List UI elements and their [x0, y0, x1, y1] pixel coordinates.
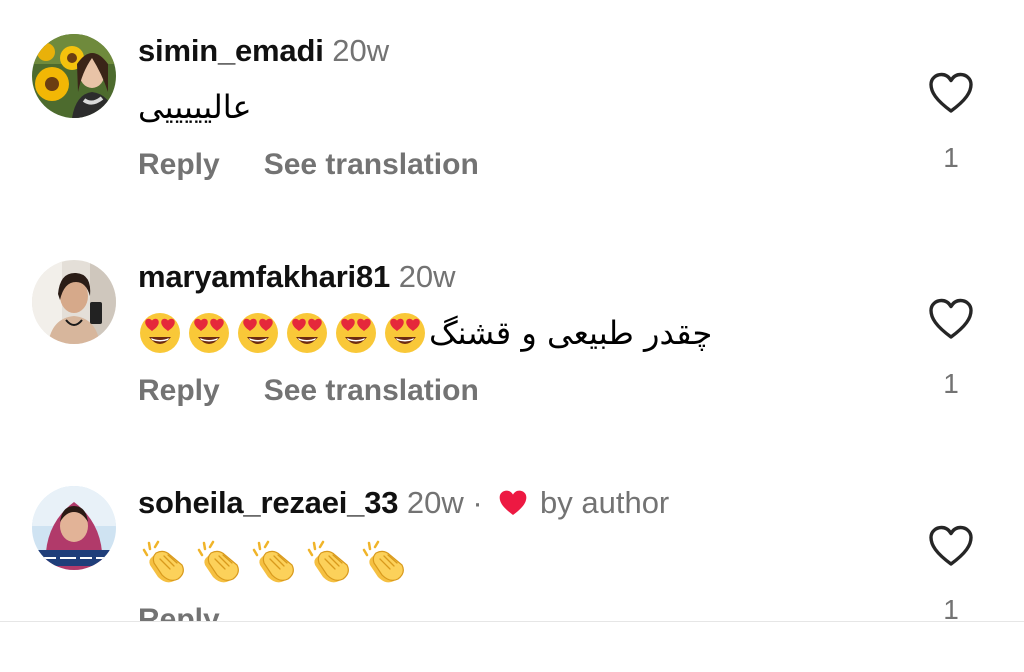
avatar[interactable] [32, 260, 116, 344]
username[interactable]: soheila_rezaei_33 [138, 485, 398, 520]
avatar[interactable] [32, 34, 116, 118]
comment-text-content: عالیییییی [138, 88, 252, 126]
comment-text: چقدر طبیعی و قشنگ [138, 311, 712, 355]
clapping-hands-emoji [252, 540, 294, 583]
comment-text [138, 535, 408, 585]
clapping-hands-emoji [362, 540, 404, 583]
emoji-row [138, 311, 427, 355]
clapping-hands-emoji [197, 540, 239, 583]
heart-outline-icon[interactable] [928, 298, 974, 340]
comment-item: maryamfakhari81 20w چقدر طبیعی و قشنگ Re… [0, 226, 1024, 446]
reply-button[interactable]: Reply [138, 148, 220, 181]
comment-actions: Reply [138, 602, 220, 621]
reply-button[interactable]: Reply [138, 374, 220, 407]
like-count: 1 [943, 368, 959, 399]
heart-eyes-emoji [287, 313, 327, 353]
see-translation-button[interactable]: See translation [264, 148, 479, 181]
reply-button[interactable]: Reply [138, 603, 220, 621]
comment-actions: Reply See translation [138, 373, 479, 409]
comment-item: soheila_rezaei_33 20w · by author Reply … [0, 452, 1024, 672]
heart-eyes-emoji [385, 313, 425, 353]
heart-filled-icon [500, 490, 527, 515]
comment-text-content: چقدر طبیعی و قشنگ [429, 314, 713, 352]
heart-outline-icon[interactable] [928, 72, 974, 114]
comment-actions: Reply See translation [138, 147, 479, 183]
see-translation-button[interactable]: See translation [264, 374, 479, 407]
like-count: 1 [943, 594, 959, 621]
clapping-hands-emoji [142, 540, 184, 583]
username[interactable]: maryamfakhari81 [138, 259, 390, 294]
comment-item: simin_emadi 20w عالیییییی Reply See trans… [0, 0, 1024, 220]
comment-header: soheila_rezaei_33 20w · by author [138, 485, 669, 521]
heart-eyes-emoji [140, 313, 180, 353]
heart-eyes-emoji [336, 313, 376, 353]
heart-eyes-emoji [238, 313, 278, 353]
heart-eyes-emoji [189, 313, 229, 353]
comment-header: maryamfakhari81 20w [138, 259, 456, 295]
heart-outline-icon[interactable] [928, 525, 974, 567]
liked-by-author-label: by author [540, 485, 670, 520]
clapping-hands-emoji [307, 540, 349, 583]
comment-header: simin_emadi 20w [138, 33, 389, 69]
timestamp: 20w [332, 33, 390, 68]
separator-dot: · [472, 485, 483, 520]
timestamp: 20w [406, 485, 464, 520]
like-count: 1 [943, 142, 959, 173]
emoji-row [138, 535, 408, 585]
avatar[interactable] [32, 486, 116, 570]
comment-text: عالیییییی [138, 85, 252, 129]
username[interactable]: simin_emadi [138, 33, 324, 68]
divider [0, 621, 1024, 622]
timestamp: 20w [398, 259, 456, 294]
